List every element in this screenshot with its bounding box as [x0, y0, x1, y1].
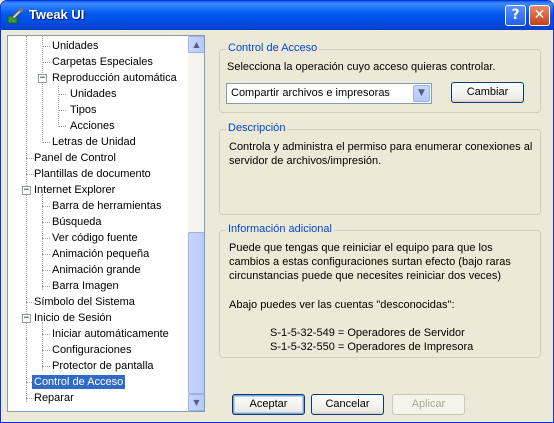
tree-item-iniciar-automaticamente[interactable]: Iniciar automáticamente	[52, 327, 169, 341]
tree-item-animacion-pequena[interactable]: Animación pequeña	[52, 247, 149, 261]
help-button[interactable]: ?	[505, 5, 526, 26]
window-title: Tweak UI	[29, 7, 85, 22]
tweakui-app-icon	[7, 7, 24, 24]
scroll-thumb[interactable]	[188, 232, 204, 394]
tree-item-plantillas-de-documento[interactable]: Plantillas de documento	[34, 167, 151, 181]
tree-item-simbolo-del-sistema[interactable]: Símbolo del Sistema	[34, 295, 135, 309]
info-line-6: S-1-5-32-550 = Operadores de Impresora	[270, 341, 474, 353]
info-line-4: Abajo puedes ver las cuentas "desconocid…	[229, 299, 455, 311]
description-legend: Descripción	[226, 122, 288, 134]
access-prompt: Selecciona la operación cuyo acceso quie…	[227, 61, 496, 73]
description-line-1: Controla y administra el permiso para en…	[229, 141, 533, 153]
tree-scrollbar[interactable]: ▲ ▼	[188, 36, 204, 411]
access-control-legend: Control de Acceso	[226, 42, 320, 54]
info-line-2: cambios a estas configuraciones surtan e…	[229, 256, 511, 268]
tree-item-panel-de-control[interactable]: Panel de Control	[34, 151, 116, 165]
close-button[interactable]: ✕	[529, 5, 550, 26]
tree-item-unidades[interactable]: Unidades	[52, 39, 98, 53]
tree-item-protector-de-pantalla[interactable]: Protector de pantalla	[52, 359, 154, 373]
tree-content: − − − Unidades Carpetas Especiales Repro…	[8, 36, 188, 411]
operation-select[interactable]: Compartir archivos e impresoras ▼	[226, 83, 432, 104]
scroll-down-arrow-icon[interactable]: ▼	[188, 394, 204, 411]
tweakui-window: Tweak UI ? ✕ − − − Unidades Carpetas Esp…	[0, 0, 554, 423]
accept-button[interactable]: Aceptar	[232, 394, 305, 415]
tree-item-busqueda[interactable]: Búsqueda	[52, 215, 102, 229]
tree-item-internet-explorer[interactable]: Internet Explorer	[34, 183, 115, 197]
tree-item-autoplay-unidades[interactable]: Unidades	[70, 87, 116, 101]
scroll-up-arrow-icon[interactable]: ▲	[188, 36, 204, 53]
cancel-button[interactable]: Cancelar	[311, 394, 384, 415]
chevron-down-icon[interactable]: ▼	[413, 85, 430, 102]
collapse-logon-icon[interactable]: −	[22, 314, 31, 323]
tree-item-carpetas-especiales[interactable]: Carpetas Especiales	[52, 55, 153, 69]
tree-item-reproduccion-automatica[interactable]: Reproducción automática	[52, 71, 177, 85]
tree-item-inicio-de-sesion[interactable]: Inicio de Sesión	[34, 311, 112, 325]
tree-item-ver-codigo-fuente[interactable]: Ver código fuente	[52, 231, 138, 245]
tree-item-control-de-acceso[interactable]: Control de Acceso	[32, 375, 126, 389]
additional-info-legend: Información adicional	[226, 223, 334, 235]
info-line-5: S-1-5-32-549 = Operadores de Servidor	[270, 327, 465, 339]
tree-item-acciones[interactable]: Acciones	[70, 119, 115, 133]
tree-item-letras-de-unidad[interactable]: Letras de Unidad	[52, 135, 136, 149]
tree-item-barra-de-herramientas[interactable]: Barra de herramientas	[52, 199, 161, 213]
tree-item-tipos[interactable]: Tipos	[70, 103, 97, 117]
tree-item-animacion-grande[interactable]: Animación grande	[52, 263, 141, 277]
info-line-1: Puede que tengas que reiniciar el equipo…	[229, 242, 493, 254]
description-line-2: servidor de archivos/impresión.	[229, 155, 382, 167]
collapse-internet-explorer-icon[interactable]: −	[22, 186, 31, 195]
apply-button[interactable]: Aplicar	[392, 394, 465, 415]
title-bar[interactable]: Tweak UI ? ✕	[1, 1, 553, 30]
change-button[interactable]: Cambiar	[451, 82, 524, 103]
collapse-autoplay-icon[interactable]: −	[38, 74, 47, 83]
operation-select-value: Compartir archivos e impresoras	[231, 87, 390, 99]
category-tree[interactable]: − − − Unidades Carpetas Especiales Repro…	[7, 35, 205, 412]
tree-item-reparar[interactable]: Reparar	[34, 391, 74, 405]
info-line-3: circunstancias puede que necesites reini…	[229, 270, 502, 282]
tree-item-barra-imagen[interactable]: Barra Imagen	[52, 279, 119, 293]
tree-item-configuraciones[interactable]: Configuraciones	[52, 343, 132, 357]
